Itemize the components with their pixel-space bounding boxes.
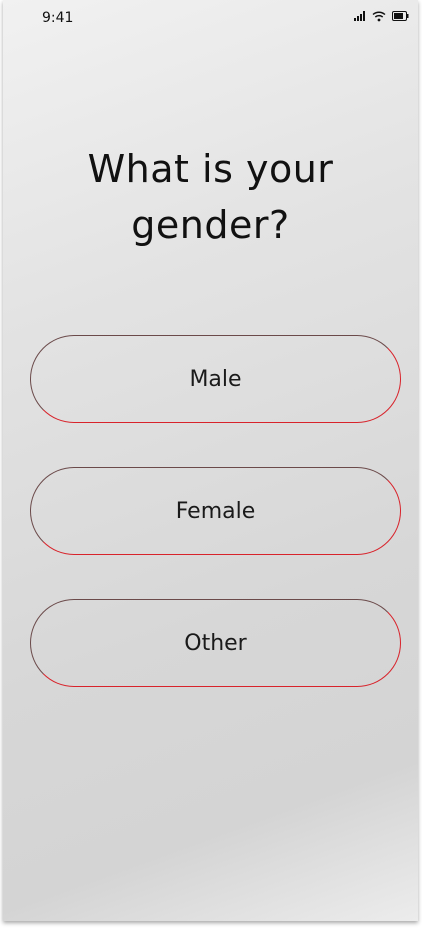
option-label: Other [184,630,247,656]
option-male-button[interactable]: Male [30,335,401,423]
status-time: 9:41 [42,10,74,26]
option-other-button[interactable]: Other [30,599,401,687]
option-female-button[interactable]: Female [30,467,401,555]
option-label: Female [175,498,256,524]
gender-options: Male Female Other [30,335,401,731]
wifi-icon [372,10,386,22]
option-label: Male [189,366,242,392]
status-icons [354,9,409,23]
battery-icon [392,11,409,21]
signal-icon [354,11,366,21]
question-title: What is your gender? [3,141,418,253]
question-line-2: gender? [131,203,290,247]
question-line-1: What is your [87,147,334,191]
phone-screen: 9:41 What is your gender? Male Female Ot… [3,0,418,921]
status-bar: 9:41 [3,0,418,36]
